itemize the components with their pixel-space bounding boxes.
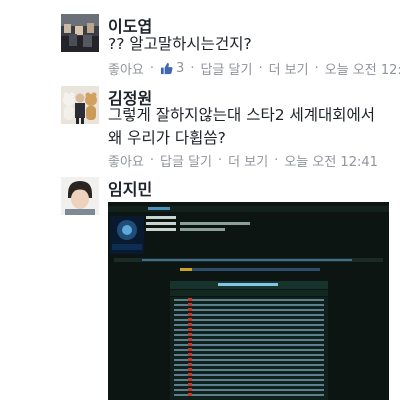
more-button[interactable]: 더 보기 (269, 59, 309, 78)
separator: · (314, 61, 319, 76)
timestamp[interactable]: 오늘 오전 12:22 (325, 59, 400, 78)
like-button[interactable]: 좋아요 (108, 59, 144, 78)
starcraft-earnings-page-image (108, 202, 389, 400)
more-button[interactable]: 더 보기 (228, 151, 268, 170)
separator: · (218, 153, 223, 168)
avatar[interactable] (61, 86, 99, 124)
attached-screenshot[interactable] (108, 202, 389, 400)
reply-button[interactable]: 답글 달기 (200, 59, 252, 78)
comment-actions: 좋아요 · 3 · 답글 달기 · 더 보기 · 오늘 오전 12:22 (108, 59, 400, 78)
separator: · (149, 61, 155, 76)
thumbs-up-icon (160, 62, 173, 75)
avatar[interactable] (61, 14, 99, 52)
separator: · (258, 61, 263, 76)
separator: · (274, 153, 279, 168)
like-count[interactable]: 3 (176, 61, 184, 76)
avatar[interactable] (61, 177, 99, 215)
separator: · (149, 153, 155, 168)
reply-button[interactable]: 답글 달기 (160, 151, 212, 170)
comment-text: ?? 알고말하시는건지? (108, 35, 252, 53)
previous-comment-actions-cutoff (0, 0, 400, 6)
commenter-name[interactable]: 임지민 (108, 176, 152, 200)
like-button[interactable]: 좋아요 (108, 151, 144, 170)
comment-text: 그렇게 잘하지않는대 스타2 세계대회에서 왜 우리가 다휩씀? (108, 106, 376, 147)
separator: · (190, 61, 195, 76)
timestamp[interactable]: 오늘 오전 12:41 (284, 151, 378, 170)
comment-actions: 좋아요 · 답글 달기 · 더 보기 · 오늘 오전 12:41 (108, 151, 378, 170)
